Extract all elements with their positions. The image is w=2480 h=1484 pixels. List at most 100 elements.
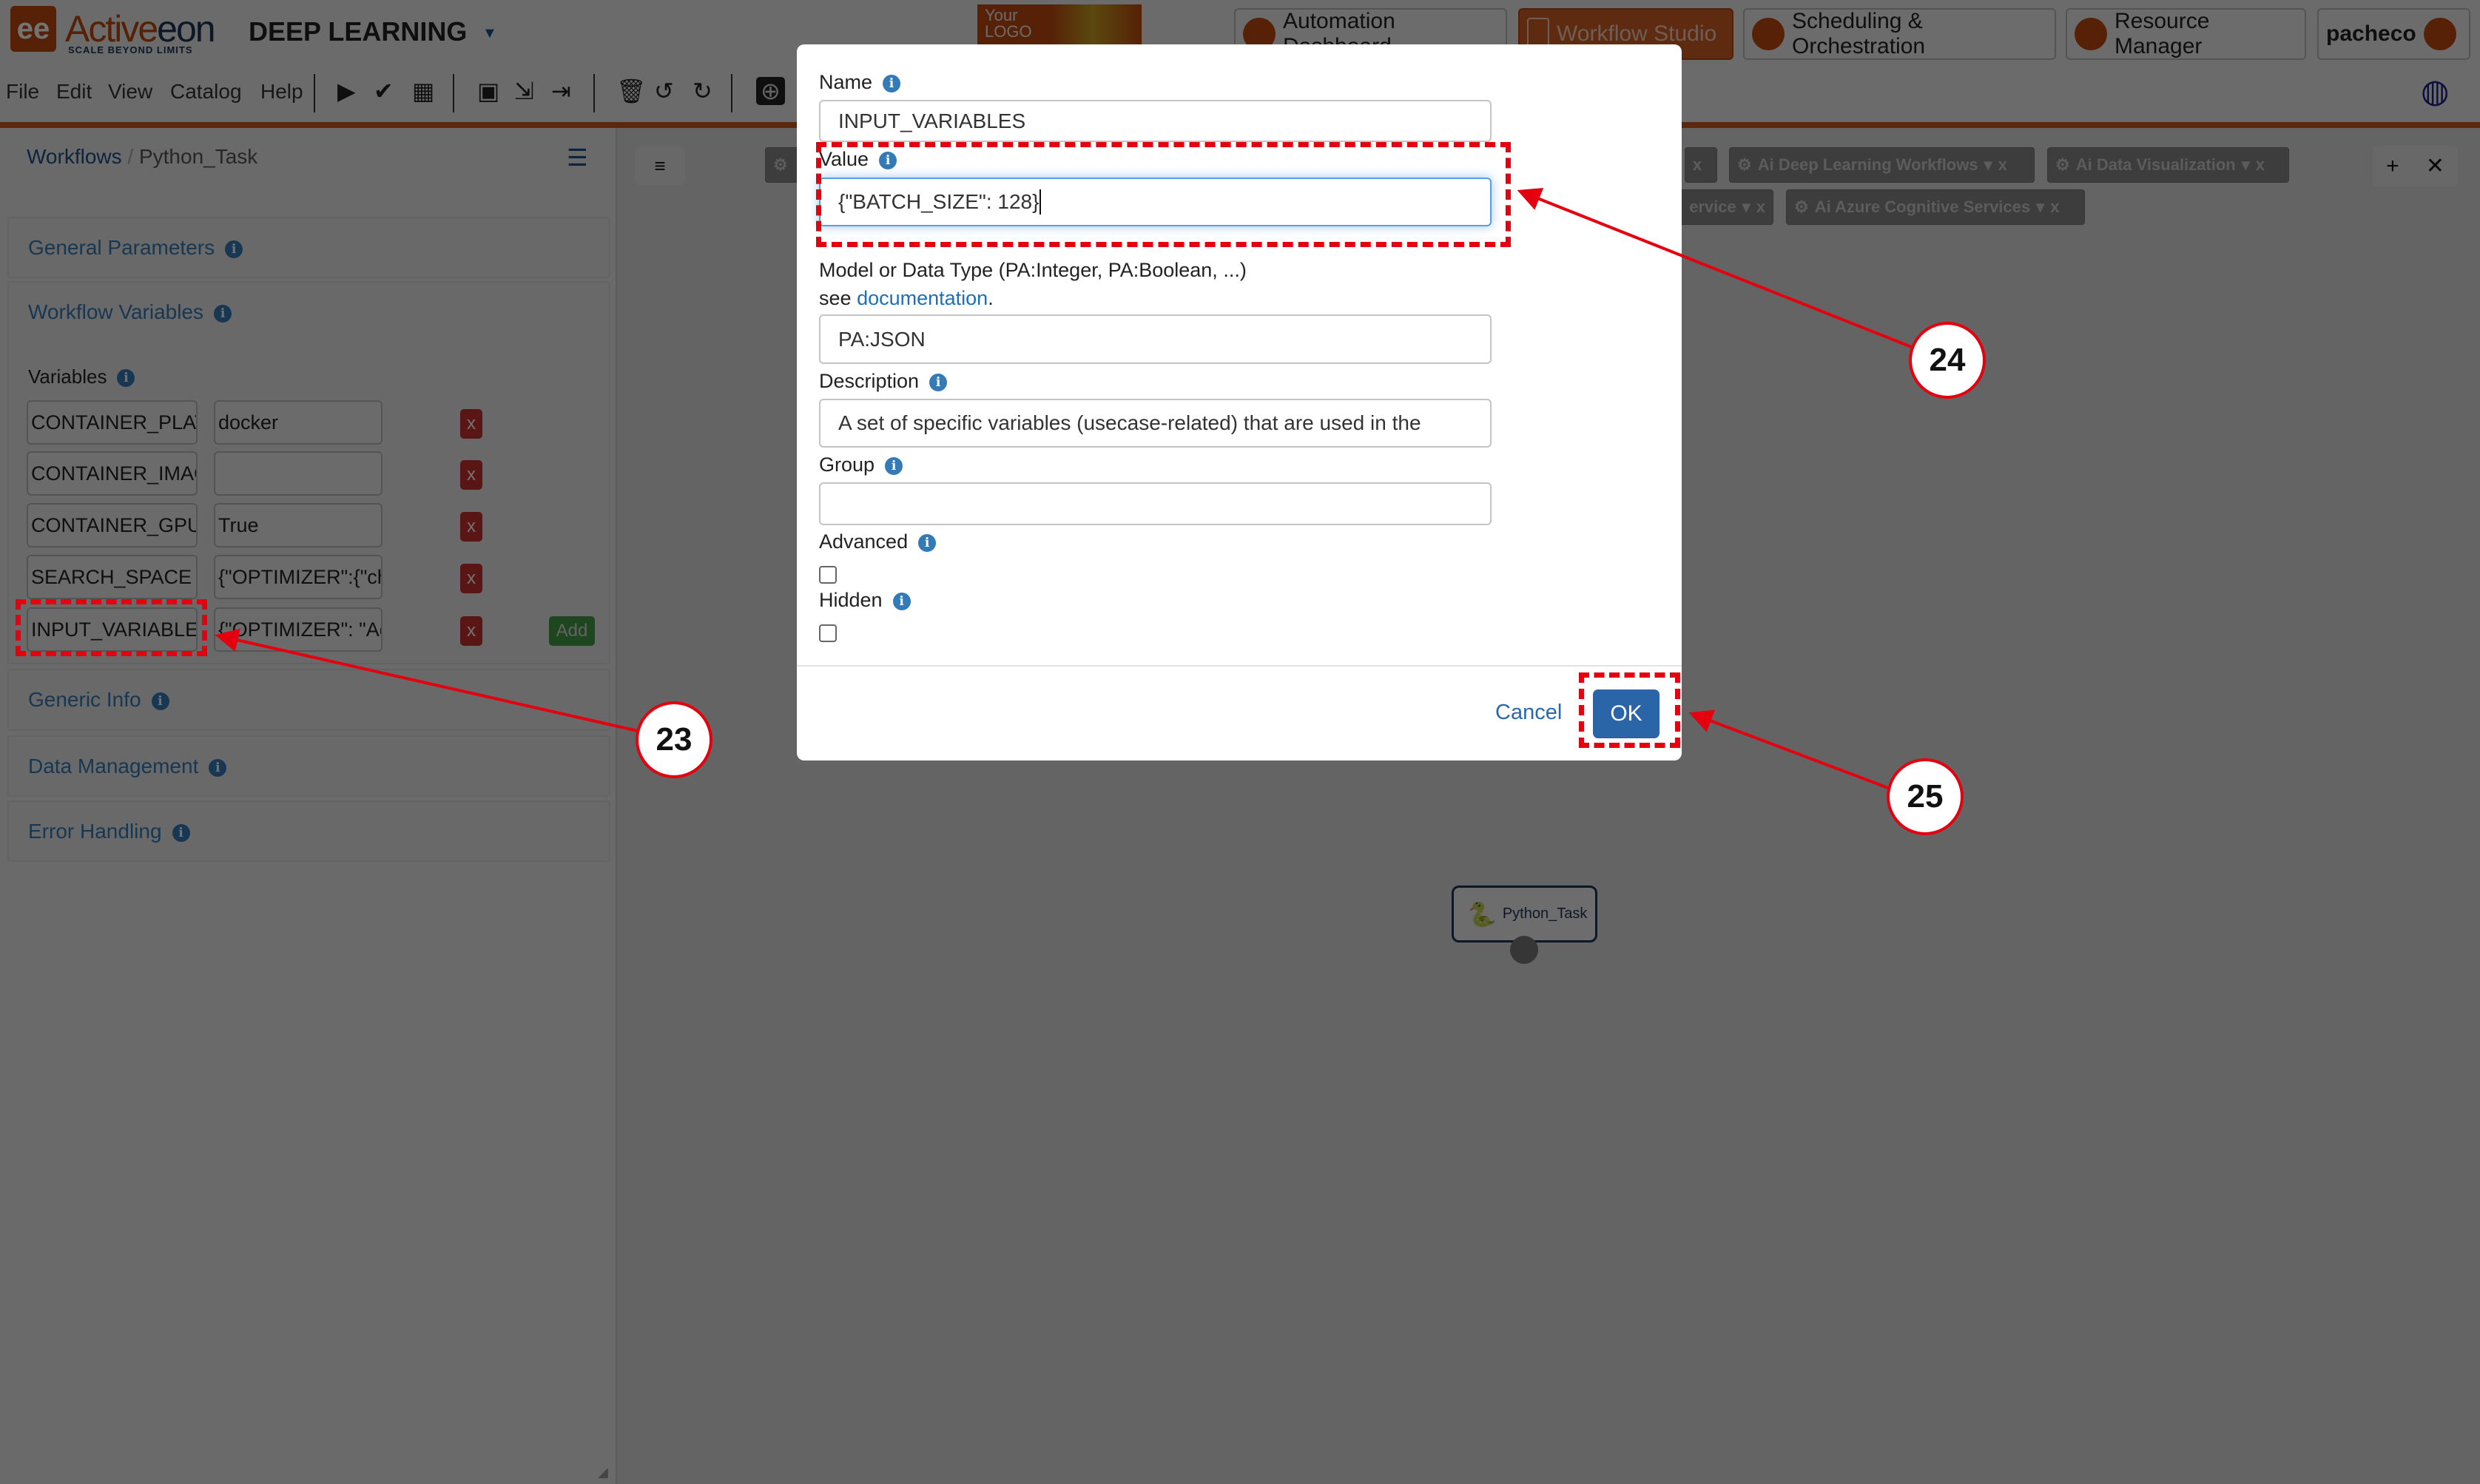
caret-down-icon[interactable]: ▾ xyxy=(2036,198,2044,217)
variable-value-input[interactable]: True xyxy=(214,503,383,547)
info-icon[interactable]: i xyxy=(883,75,901,92)
trash-icon[interactable]: 🗑 xyxy=(616,77,647,105)
caret-down-icon[interactable]: ▼ xyxy=(482,25,497,42)
info-icon[interactable]: i xyxy=(225,240,243,258)
remove-variable-button[interactable]: x xyxy=(460,512,482,542)
collapse-palette-button[interactable]: ≡ xyxy=(635,146,685,185)
name-field[interactable]: INPUT_VARIABLES xyxy=(819,100,1492,142)
info-icon[interactable]: i xyxy=(209,759,227,777)
play-icon[interactable]: ▶ xyxy=(337,77,356,105)
breadcrumb-workflows[interactable]: Workflows xyxy=(27,145,122,168)
gear-icon: ⚙ xyxy=(773,155,788,174)
section-label: Error Handling xyxy=(28,820,162,843)
variable-name-input[interactable]: SEARCH_SPACE xyxy=(27,555,198,599)
bucket-tab-ai-data-visualization[interactable]: ⚙ Ai Data Visualization ▾ x xyxy=(2047,147,2289,183)
nav-scheduling-orchestration[interactable]: Scheduling & Orchestration xyxy=(1743,8,2056,60)
group-field[interactable] xyxy=(819,482,1492,525)
variable-name-input[interactable]: CONTAINER_GPU_ xyxy=(27,503,198,547)
name-label-text: Name xyxy=(819,71,873,93)
custom-logo-line1: Your xyxy=(985,6,1018,24)
gear-icon: ⚙ xyxy=(2055,155,2070,174)
app-title[interactable]: DEEP LEARNING xyxy=(249,16,467,47)
hidden-checkbox[interactable] xyxy=(819,624,837,642)
import-icon[interactable]: ⇲ xyxy=(514,77,534,105)
documentation-link[interactable]: documentation xyxy=(857,287,988,309)
advanced-label-text: Advanced xyxy=(819,530,909,553)
node-output-port[interactable] xyxy=(1510,936,1538,964)
info-icon[interactable]: i xyxy=(151,692,169,710)
bucket-tab-ai-azure-cognitive[interactable]: ⚙ Ai Azure Cognitive Services ▾ x xyxy=(1786,189,2085,225)
close-icon[interactable]: x xyxy=(2256,155,2265,175)
info-icon[interactable]: i xyxy=(172,824,190,842)
toolbar-divider xyxy=(593,74,595,112)
info-icon[interactable]: i xyxy=(879,152,897,169)
info-icon[interactable]: i xyxy=(117,369,135,387)
variable-name-input[interactable]: CONTAINER_PLAT xyxy=(27,400,198,445)
remove-variable-button[interactable]: x xyxy=(460,564,482,593)
add-variable-button[interactable]: Add xyxy=(549,616,595,646)
remove-variable-button[interactable]: x xyxy=(460,409,482,439)
undo-icon[interactable]: ↺ xyxy=(654,77,674,105)
calendar-icon[interactable]: ▦ xyxy=(412,77,434,105)
redo-icon[interactable]: ↻ xyxy=(693,77,712,105)
variable-name-input[interactable]: INPUT_VARIABLES xyxy=(27,607,198,652)
close-icon[interactable]: x xyxy=(1693,155,1702,175)
resize-handle[interactable]: ◢ xyxy=(598,1465,608,1480)
advanced-checkbox[interactable] xyxy=(819,566,837,584)
user-menu[interactable]: pacheco xyxy=(2317,8,2470,60)
logout-icon[interactable] xyxy=(2423,18,2456,50)
advanced-label: Advanced i xyxy=(819,530,937,553)
close-icon[interactable]: x xyxy=(1756,198,1765,217)
variable-value-input[interactable]: {"OPTIMIZER": "Ad xyxy=(214,607,383,652)
description-field[interactable]: A set of specific variables (usecase-rel… xyxy=(819,399,1492,448)
info-icon[interactable]: i xyxy=(918,534,937,552)
see-text: see xyxy=(819,287,852,309)
list-view-icon[interactable]: ☰ xyxy=(567,144,588,172)
workflow-node-python-task[interactable]: 🐍 Python_Task xyxy=(1452,886,1597,942)
plus-icon[interactable]: + xyxy=(2386,154,2399,179)
caret-down-icon[interactable]: ▾ xyxy=(2242,155,2250,175)
close-icon[interactable]: x xyxy=(2050,198,2059,217)
documentation-hint: see documentation. xyxy=(819,287,994,309)
info-icon[interactable]: i xyxy=(892,593,911,610)
save-icon[interactable]: ▣ xyxy=(477,77,499,105)
menu-catalog[interactable]: Catalog xyxy=(170,80,242,104)
remove-variable-button[interactable]: x xyxy=(460,616,482,646)
ok-button[interactable]: OK xyxy=(1593,689,1659,738)
check-icon[interactable]: ✔ xyxy=(374,77,394,105)
toolbar-divider xyxy=(731,74,732,112)
section-data-management[interactable]: Data Management i xyxy=(7,735,610,797)
menu-edit[interactable]: Edit xyxy=(56,80,92,104)
value-field[interactable]: {"BATCH_SIZE": 128} xyxy=(819,178,1492,226)
catalog-globe-icon[interactable]: ⊕ xyxy=(756,77,785,105)
nav-resource-manager[interactable]: Resource Manager xyxy=(2066,8,2306,60)
variable-value-input[interactable]: {"OPTIMIZER":{"ch xyxy=(214,555,383,599)
step-24-badge: 24 xyxy=(1909,322,1986,399)
info-icon[interactable]: i xyxy=(929,374,948,391)
caret-down-icon[interactable]: ▾ xyxy=(1984,155,1992,175)
close-all-icon[interactable]: ✕ xyxy=(2426,153,2444,179)
variable-name-input[interactable]: CONTAINER_IMAG xyxy=(27,451,198,496)
info-icon[interactable]: i xyxy=(214,305,232,323)
caret-down-icon[interactable]: ▾ xyxy=(1742,198,1751,217)
cancel-button[interactable]: Cancel xyxy=(1495,701,1562,725)
model-type-field[interactable]: PA:JSON xyxy=(819,314,1492,364)
menu-file[interactable]: File xyxy=(6,80,39,104)
variable-value-input[interactable] xyxy=(214,451,383,496)
section-error-handling[interactable]: Error Handling i xyxy=(7,800,610,862)
variable-value-input[interactable]: docker xyxy=(214,400,383,445)
close-icon[interactable]: x xyxy=(1998,155,2007,175)
group-label-text: Group xyxy=(819,453,875,476)
hidden-label: Hidden i xyxy=(819,589,911,612)
menu-help[interactable]: Help xyxy=(260,80,303,104)
bucket-tab-close[interactable]: x xyxy=(1685,147,1717,183)
menu-view[interactable]: View xyxy=(108,80,152,104)
nav-label: Resource Manager xyxy=(2115,9,2210,58)
remove-variable-button[interactable]: x xyxy=(460,460,482,490)
section-generic-info[interactable]: Generic Info i xyxy=(7,669,610,731)
export-icon[interactable]: ⇥ xyxy=(551,77,571,105)
section-title[interactable]: Workflow Variables i xyxy=(28,300,232,324)
section-general-parameters[interactable]: General Parameters i xyxy=(7,217,610,278)
bucket-tab-ai-deep-learning[interactable]: ⚙ Ai Deep Learning Workflows ▾ x xyxy=(1729,147,2035,183)
info-icon[interactable]: i xyxy=(885,457,903,475)
